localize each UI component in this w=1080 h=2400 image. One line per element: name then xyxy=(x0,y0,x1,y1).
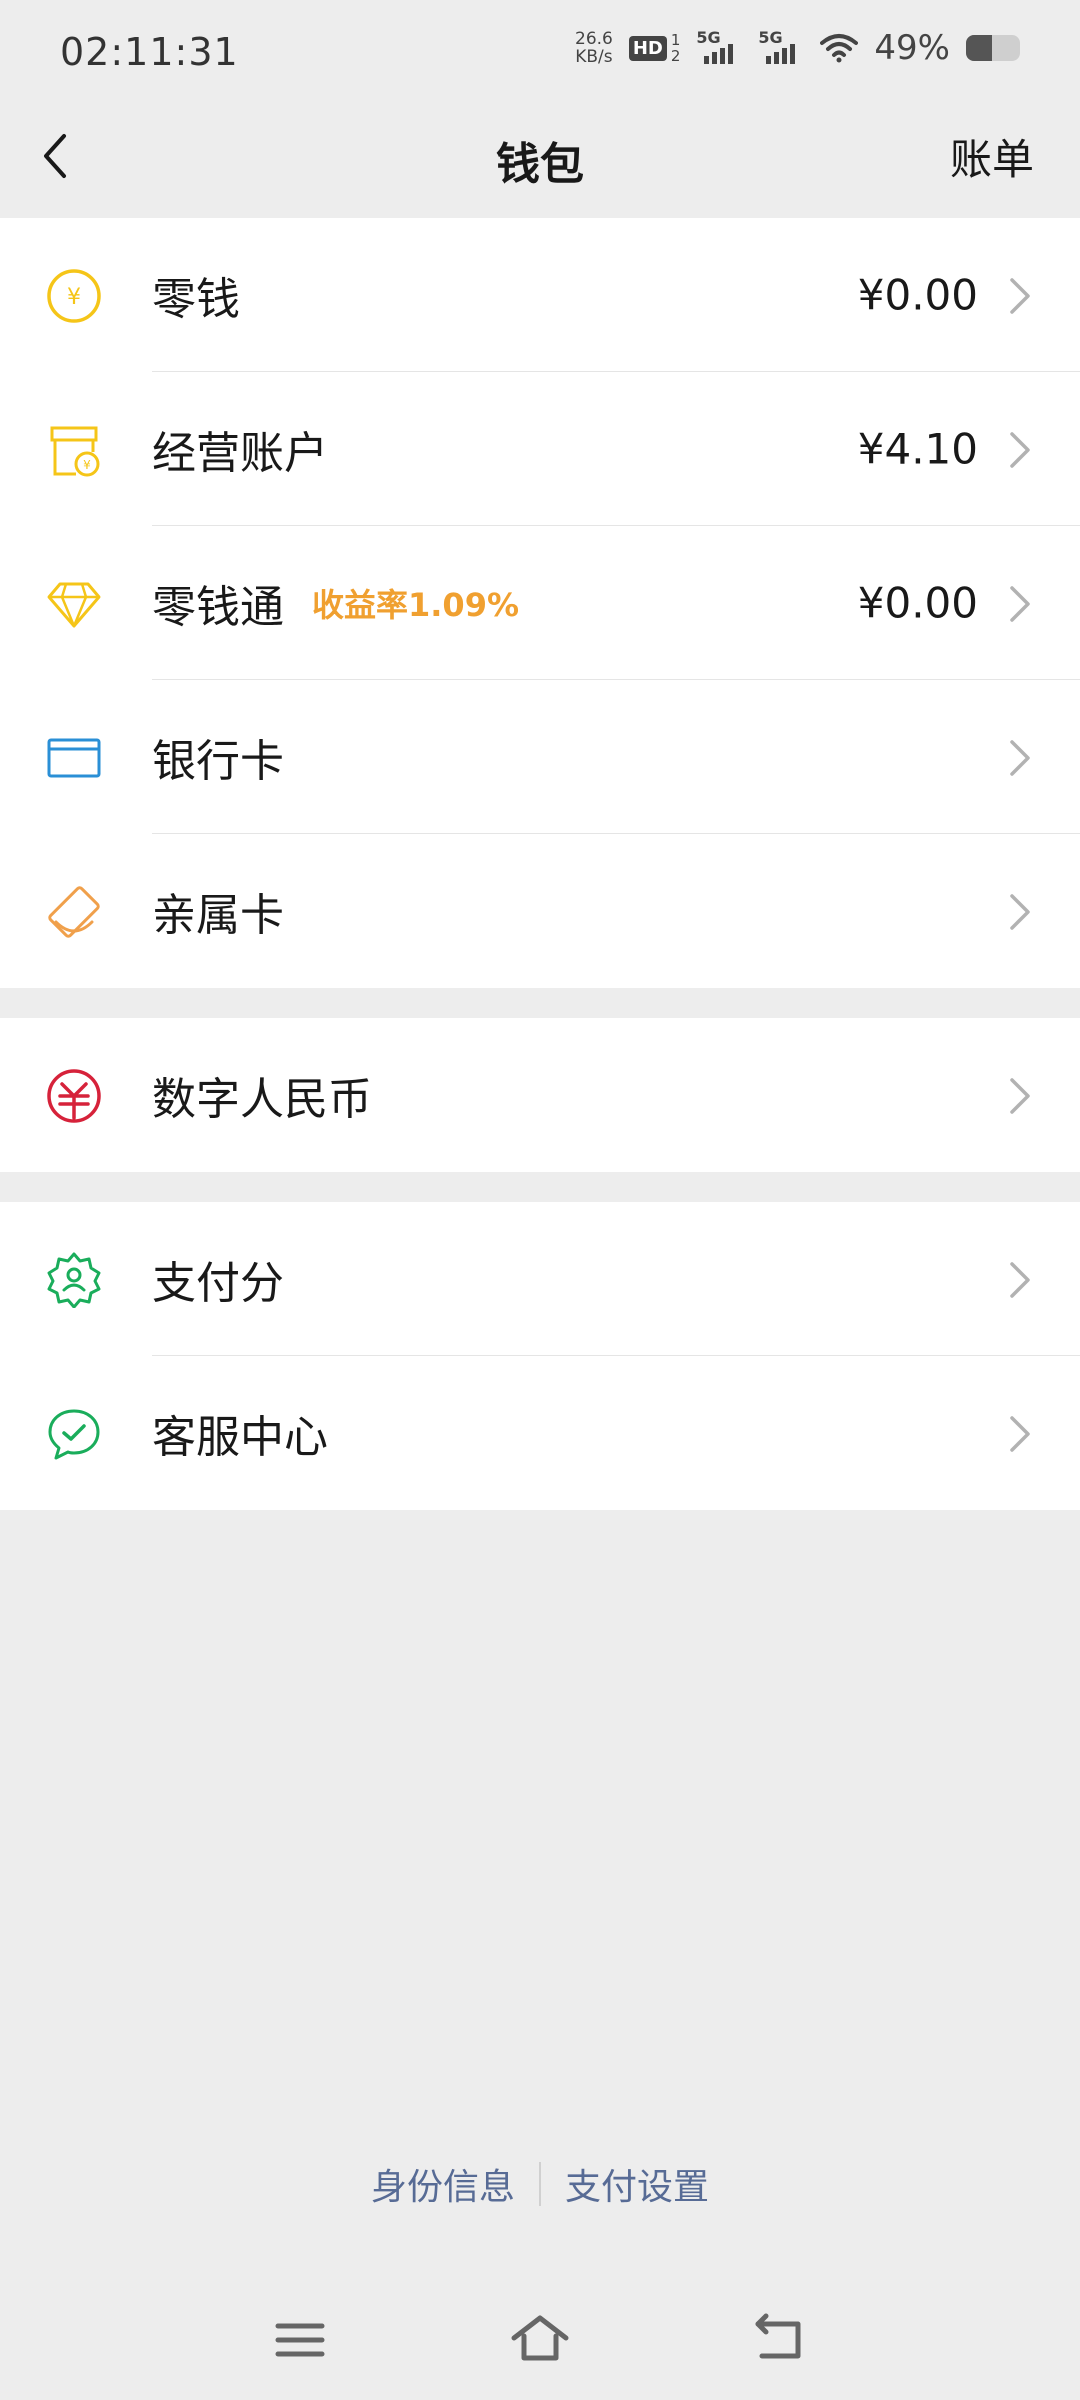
network-speed-unit: KB/s xyxy=(575,47,613,67)
hd-sim-bottom: 2 xyxy=(670,47,681,65)
page-title: 钱包 xyxy=(496,139,584,190)
svg-text:¥: ¥ xyxy=(67,285,81,310)
battery-icon xyxy=(966,35,1020,61)
battery-percent: 49% xyxy=(874,28,950,68)
list-item-pay-score[interactable]: 支付分 xyxy=(0,1202,1080,1356)
chevron-right-icon xyxy=(1010,432,1030,468)
payment-settings-link[interactable]: 支付设置 xyxy=(565,2158,709,2210)
digital-rmb-group: 数字人民币 xyxy=(0,1018,1080,1172)
customer-service-icon xyxy=(48,1409,100,1460)
list-item-label: 支付分 xyxy=(152,1258,284,1309)
bill-button[interactable]: 账单 xyxy=(950,126,1034,187)
nav-bar: 钱包 账单 xyxy=(0,100,1080,218)
diamond-icon xyxy=(47,582,101,628)
chevron-right-icon xyxy=(1010,1416,1030,1452)
list-item-digital-rmb[interactable]: 数字人民币 xyxy=(0,1018,1080,1172)
signal-icon: 5G xyxy=(696,28,742,68)
list-item-label-group: 零钱通 收益率1.09% xyxy=(152,571,519,635)
list-item-label: 银行卡 xyxy=(152,736,284,787)
list-item-lingqiantong[interactable]: 零钱通 收益率1.09% ¥0.00 xyxy=(0,526,1080,680)
signal-icon: 5G xyxy=(758,28,804,68)
services-group: 支付分 客服中心 xyxy=(0,1202,1080,1510)
digital-rmb-icon xyxy=(47,1069,101,1123)
footer-divider xyxy=(539,2162,541,2206)
list-item-value: ¥4.10 xyxy=(857,424,978,474)
chevron-right-icon xyxy=(1010,278,1030,314)
system-nav-bar xyxy=(0,2290,1080,2380)
yield-rate-badge: 收益率1.09% xyxy=(312,586,520,624)
network-speed-value: 26.6 xyxy=(575,29,613,49)
wallet-assets-group: ¥ 零钱 ¥0.00 ¥ 经营账户 ¥4.10 零钱通 收益率1.09% ¥0.… xyxy=(0,218,1080,988)
list-item-bank-card[interactable]: 银行卡 xyxy=(0,680,1080,834)
bank-card-icon xyxy=(47,738,101,778)
list-item-label: 零钱 xyxy=(152,274,240,325)
yuan-coin-icon: ¥ xyxy=(47,269,101,323)
hd-sim-indicator: 1 2 xyxy=(671,32,681,64)
list-item-value: ¥0.00 xyxy=(857,270,978,320)
hd-voice-icon: HD xyxy=(628,35,667,61)
footer-links: 身份信息 支付设置 xyxy=(0,2158,1080,2210)
list-item-value: ¥0.00 xyxy=(857,578,978,628)
status-time: 02:11:31 xyxy=(60,30,239,74)
list-item-label: 零钱通 xyxy=(152,582,284,633)
list-item-label: 客服中心 xyxy=(152,1412,328,1463)
list-item-business-account[interactable]: ¥ 经营账户 ¥4.10 xyxy=(0,372,1080,526)
chevron-right-icon xyxy=(1010,740,1030,776)
list-item-customer-service[interactable]: 客服中心 xyxy=(0,1356,1080,1510)
svg-text:¥: ¥ xyxy=(83,458,91,472)
home-icon[interactable] xyxy=(510,2310,570,2370)
chevron-right-icon xyxy=(1010,894,1030,930)
wifi-icon xyxy=(820,34,859,63)
pay-score-icon xyxy=(47,1252,101,1308)
hd-sim-top: 1 xyxy=(670,31,681,49)
chevron-right-icon xyxy=(1010,1262,1030,1298)
list-item-label: 数字人民币 xyxy=(152,1074,372,1125)
shop-account-icon: ¥ xyxy=(50,426,100,477)
chevron-right-icon xyxy=(1010,586,1030,622)
network-speed: 26.6 KB/s xyxy=(575,30,613,66)
list-item-family-card[interactable]: 亲属卡 xyxy=(0,834,1080,988)
list-item-label: 亲属卡 xyxy=(152,890,284,941)
status-icons: 26.6 KB/s HD 1 2 5G 5G 49% xyxy=(575,28,1020,68)
identity-info-link[interactable]: 身份信息 xyxy=(371,2158,515,2210)
list-item-label: 经营账户 xyxy=(152,428,328,479)
menu-icon[interactable] xyxy=(270,2310,330,2370)
list-item-change[interactable]: ¥ 零钱 ¥0.00 xyxy=(0,218,1080,372)
status-bar: 02:11:31 26.6 KB/s HD 1 2 5G 5G 49% xyxy=(0,0,1080,100)
back-icon[interactable] xyxy=(750,2310,810,2370)
chevron-right-icon xyxy=(1010,1078,1030,1114)
family-card-icon xyxy=(48,886,100,938)
